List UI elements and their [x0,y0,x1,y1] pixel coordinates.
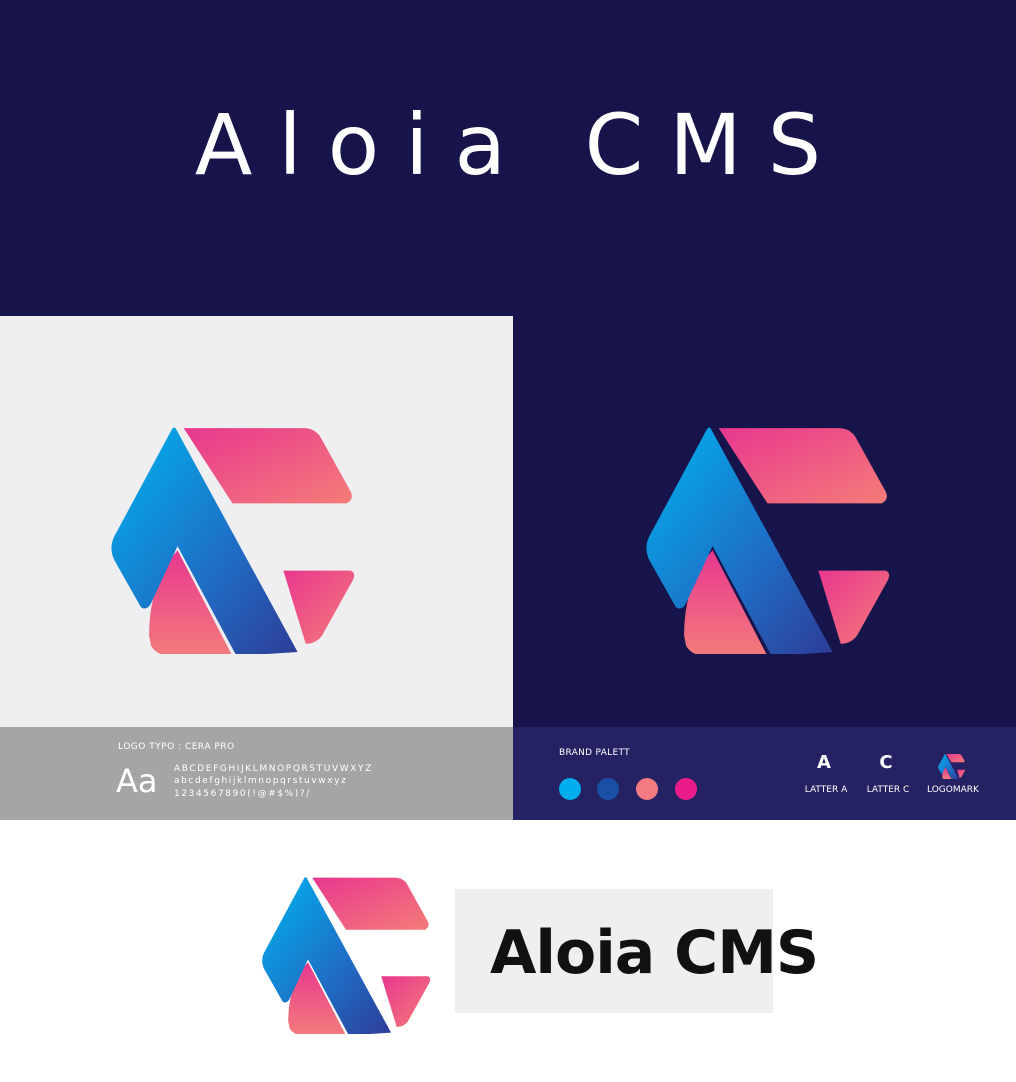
typography-sample: Aa [116,762,158,800]
typography-label: LOGO TYPO : CERA PRO [118,742,235,752]
typography-numbers: 1234567890(!@#$%)?/ [174,789,311,799]
wordmark: Aloia CMS [490,918,819,988]
logo-mark-icon [645,420,890,654]
logo-mark-icon [110,420,355,654]
mark-letter-c: C [879,752,893,773]
hero-banner: Aloia CMS [0,0,1016,316]
typography-lowercase: abcdefghijklmnopqrstuvwxyz [174,776,348,786]
mark-letter-a: A [817,752,831,773]
color-swatch [636,778,658,800]
logo-mark-icon [938,753,965,779]
mark-caption-logomark: LOGOMARK [927,785,979,795]
color-swatch [559,778,581,800]
hero-title: Aloia CMS [194,96,848,194]
logo-mark-icon [260,872,432,1034]
color-swatch [597,778,619,800]
typography-uppercase: ABCDEFGHIJKLMNOPQRSTUVWXYZ [174,764,373,774]
palette-label: BRAND PALETT [559,748,630,758]
color-swatch [675,778,697,800]
